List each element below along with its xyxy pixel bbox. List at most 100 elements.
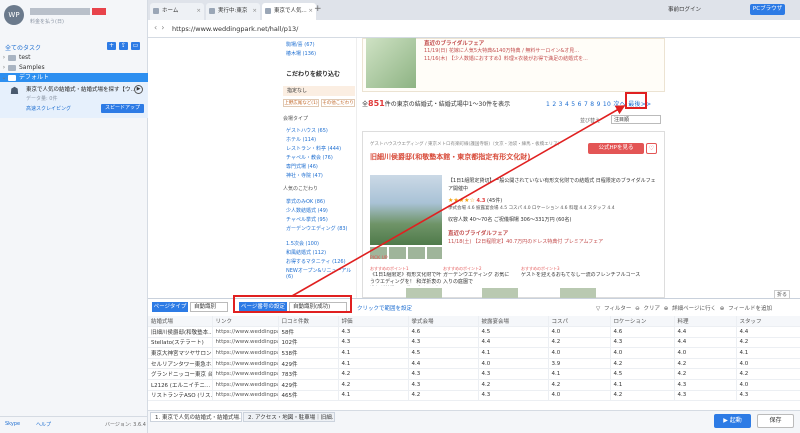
pref-link[interactable]: NEWオープン&リニューアル (6) <box>286 267 356 280</box>
venue-type-link[interactable]: ゲストハウス (65) <box>286 127 328 134</box>
venue-type-link[interactable]: 神社・寺院 (47) <box>286 172 323 179</box>
pref-link[interactable]: 1.5次会 (100) <box>286 240 319 247</box>
venue-photo[interactable] <box>366 38 416 88</box>
table-cell[interactable]: 4.0 <box>548 347 611 359</box>
venue-type-link[interactable]: ホテル (114) <box>286 136 316 143</box>
table-cell[interactable]: 4.3 <box>338 326 409 338</box>
table-cell[interactable]: 4.2 <box>338 379 409 391</box>
table-cell[interactable]: 4.3 <box>674 390 737 402</box>
table-cell[interactable]: 4.2 <box>674 368 737 381</box>
table-row[interactable]: L2126 (エルニイチニ...https://www.weddingpar..… <box>148 379 800 391</box>
table-cell[interactable]: Stellato(ステラート) <box>148 337 213 349</box>
table-cell[interactable]: https://www.weddingpar... <box>212 347 279 359</box>
column-header[interactable]: 口コミ件数 <box>278 316 339 328</box>
column-header[interactable]: コスパ <box>548 316 611 328</box>
pref-link[interactable]: チャペル挙式 (95) <box>286 216 328 223</box>
table-cell[interactable]: 429件 <box>278 379 339 391</box>
cloud-scrape-link[interactable]: 高速スクレイピング <box>26 105 71 112</box>
column-header[interactable]: 料理 <box>674 316 737 328</box>
table-cell[interactable]: 783件 <box>278 368 339 381</box>
column-header[interactable]: 挙式会場 <box>408 316 479 328</box>
table-cell[interactable]: https://www.weddingpar... <box>212 390 279 402</box>
tab-current[interactable]: 東京で人気... × <box>262 3 316 20</box>
user-plan-link[interactable]: 料金を払う(日) <box>30 18 64 25</box>
table-cell[interactable]: 4.3 <box>736 390 800 402</box>
table-cell[interactable]: 3.9 <box>548 358 611 370</box>
table-cell[interactable]: https://www.weddingpar... <box>212 379 279 391</box>
venue-type-link[interactable]: レストラン・料亭 (444) <box>286 145 341 152</box>
pref-link[interactable]: ガーデンウエディング (83) <box>286 225 348 232</box>
table-cell[interactable]: 4.6 <box>408 326 479 338</box>
table-cell[interactable]: 4.2 <box>736 337 800 349</box>
table-cell[interactable]: 4.1 <box>338 347 409 359</box>
table-cell[interactable]: グランドニッコー東京 台... <box>148 368 213 381</box>
table-cell[interactable]: https://www.weddingpar... <box>212 326 279 338</box>
table-cell[interactable]: 4.0 <box>736 379 800 391</box>
pref-link[interactable]: 挙式のみOK (86) <box>286 198 325 205</box>
table-cell[interactable]: 4.3 <box>408 337 479 349</box>
table-cell[interactable]: L2126 (エルニイチニ... <box>148 379 213 391</box>
all-tasks-title[interactable]: 全てのタスク <box>5 43 41 52</box>
fair-line[interactable]: 11/19(日) 花嫁に人気5大特典&140万特典 / 無料サーロイン&オ見..… <box>424 47 579 54</box>
table-cell[interactable]: https://www.weddingpar... <box>212 337 279 349</box>
url-input[interactable]: https://www.weddingpark.net/hall/p13/ <box>172 25 298 33</box>
pickup-point[interactable]: おすすめのポイント2 ガーデンウエディング お気に入りの庭園で <box>443 266 513 286</box>
table-cell[interactable]: 4.4 <box>408 358 479 370</box>
table-cell[interactable]: 4.6 <box>610 326 675 338</box>
table-cell[interactable]: 4.1 <box>736 347 800 359</box>
column-header[interactable]: ロケーション <box>610 316 675 328</box>
table-cell[interactable]: 538件 <box>278 347 339 359</box>
table-cell[interactable]: 102件 <box>278 337 339 349</box>
table-cell[interactable]: 4.2 <box>548 337 611 349</box>
table-cell[interactable]: 4.3 <box>338 337 409 349</box>
filter-link[interactable]: 椿木場 (136) <box>286 50 316 57</box>
venue-type-link[interactable]: チャペル・教会 (76) <box>286 154 333 161</box>
click-set-range-link[interactable]: クリックで範囲を設定 <box>357 304 412 312</box>
column-header[interactable]: 披露宴会場 <box>478 316 549 328</box>
column-header[interactable]: リンク <box>212 316 279 328</box>
table-cell[interactable]: 4.4 <box>674 337 737 349</box>
table-cell[interactable]: 4.1 <box>338 390 409 402</box>
table-cell[interactable]: 4.3 <box>610 337 675 349</box>
venue-thumbnail[interactable] <box>408 247 425 259</box>
pref-link[interactable]: 少人数結婚式 (49) <box>286 207 328 214</box>
speed-up-button[interactable]: スピードアップ <box>101 104 144 113</box>
pref-link[interactable]: お得するマタニティ (126) <box>286 258 346 265</box>
table-row[interactable]: セルリアンタワー東急ホ...https://www.weddingpar...4… <box>148 358 800 370</box>
column-header[interactable]: 結婚式場 <box>148 316 213 328</box>
table-cell[interactable]: 4.4 <box>736 326 800 338</box>
venue-thumbnail[interactable] <box>427 247 442 259</box>
pc-browser-button[interactable]: PCブラウザ <box>750 4 785 15</box>
new-tab-icon[interactable]: + <box>314 4 322 14</box>
table-cell[interactable]: 4.2 <box>610 358 675 370</box>
venue-main-photo[interactable] <box>370 175 442 245</box>
save-button[interactable]: 保存 <box>757 414 794 428</box>
table-cell[interactable]: 4.1 <box>478 347 549 359</box>
new-task-icon[interactable]: + <box>107 42 116 50</box>
table-cell[interactable]: 4.2 <box>610 390 675 402</box>
venue-name-link[interactable]: 旧細川侯爵邸(和敬塾本館・東京都指定有形文化財) <box>370 152 530 162</box>
panel-toolbar[interactable]: ▽ フィルター ⊖ クリア ⊕ 詳細ページに行く ⊕ フィールドを追加 <box>596 304 772 312</box>
table-cell[interactable]: 4.2 <box>408 390 479 402</box>
pref-link[interactable]: 和風結婚式 (112) <box>286 249 326 256</box>
fold-button[interactable]: 折る <box>774 290 791 299</box>
official-site-button[interactable]: 公式HPを見る <box>588 143 644 154</box>
table-cell[interactable]: 4.4 <box>674 326 737 338</box>
table-row[interactable]: グランドニッコー東京 台...https://www.weddingpar...… <box>148 368 800 381</box>
column-header[interactable]: 評価 <box>338 316 409 328</box>
fair-line[interactable]: 11/18(土) 【2日程限定】40.7万円のドレス特典付 プレミアムフェア <box>448 238 603 245</box>
table-cell[interactable]: セルリアンタワー東急ホ... <box>148 358 213 370</box>
favorite-heart-icon[interactable]: ♡ <box>646 143 657 154</box>
tree-item-samples[interactable]: › Samples <box>0 63 148 73</box>
sort-select[interactable]: 注目順 <box>611 115 661 124</box>
table-cell[interactable]: 429件 <box>278 358 339 370</box>
pickup-point[interactable]: おすすめのポイント3 ゲストを迎えるおもてなし一流のフレンチフルコース <box>521 266 651 286</box>
table-cell[interactable]: 58件 <box>278 326 339 338</box>
filter-chip[interactable]: その他こだわり <box>321 99 355 107</box>
skype-link[interactable]: Skype <box>5 421 20 427</box>
folder-add-icon[interactable]: ▭ <box>131 42 140 50</box>
table-cell[interactable]: 4.5 <box>408 347 479 359</box>
table-cell[interactable]: 4.3 <box>674 379 737 391</box>
table-cell[interactable]: 4.3 <box>408 379 479 391</box>
table-cell[interactable]: 4.3 <box>478 390 549 402</box>
